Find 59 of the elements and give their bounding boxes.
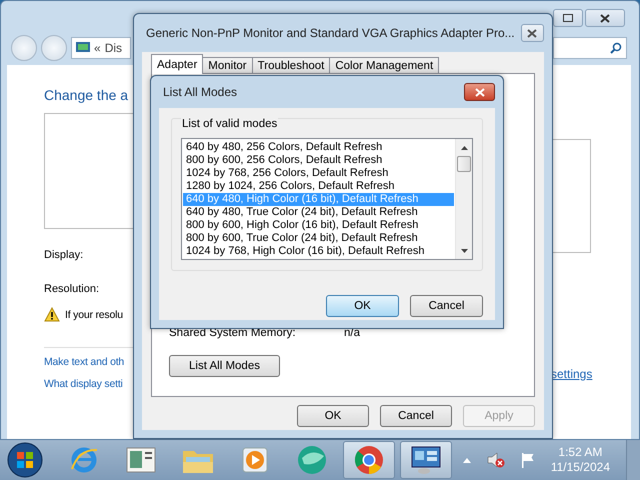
document-icon: [126, 447, 156, 473]
dialog-title: Generic Non-PnP Monitor and Standard VGA Graphics Adapter Pro...: [146, 26, 515, 40]
mode-item[interactable]: 640 by 480, 256 Colors, Default Refresh: [183, 141, 454, 154]
modes-list[interactable]: [181, 138, 473, 260]
browser-e-icon: [69, 445, 99, 475]
address-bar[interactable]: « Dis: [71, 37, 131, 59]
scroll-thumb[interactable]: [457, 156, 471, 172]
advanced-settings-link[interactable]: settings: [551, 367, 591, 381]
monitor-icon: [76, 42, 90, 54]
scroll-up-icon: [460, 146, 468, 150]
flag-icon[interactable]: [520, 452, 535, 468]
mode-item[interactable]: 800 by 600, True Color (24 bit), Default Refresh: [183, 232, 454, 245]
display-settings-icon: [410, 445, 442, 475]
mode-item[interactable]: 800 by 600, High Color (16 bit), Default Refresh: [183, 219, 454, 232]
back-button[interactable]: [11, 35, 37, 61]
maximize-icon: [563, 14, 573, 22]
speaker-muted-icon[interactable]: [486, 452, 505, 468]
tab[interactable]: Monitor: [202, 57, 253, 74]
scrollbar[interactable]: [455, 139, 472, 259]
page-heading: Change the a: [44, 87, 128, 103]
close-icon: [527, 28, 538, 38]
shared-memory-value: n/a: [344, 327, 360, 339]
mode-item[interactable]: 640 by 480, True Color (24 bit), Default Refresh: [183, 206, 454, 219]
sphere-icon: [296, 444, 328, 476]
tab[interactable]: Troubleshoot: [252, 57, 330, 74]
tab[interactable]: Color Management: [329, 57, 440, 74]
warning-text: If your resolu: [65, 308, 123, 320]
dialog-button[interactable]: OK: [326, 295, 399, 317]
mode-item[interactable]: 1024 by 768, High Color (16 bit), Default Refresh: [183, 245, 454, 258]
tray-expand-icon[interactable]: [462, 458, 471, 462]
close-icon: [474, 88, 484, 96]
close-button[interactable]: [585, 9, 625, 27]
search-icon: [610, 42, 622, 54]
dialog-button[interactable]: Cancel: [410, 295, 483, 317]
mode-item[interactable]: 1280 by 1024, 256 Colors, Default Refresh: [183, 180, 454, 193]
dialog-button[interactable]: OK: [297, 405, 369, 427]
taskbar-app-button[interactable]: [400, 441, 452, 479]
start-button[interactable]: [6, 441, 44, 479]
close-button[interactable]: [464, 83, 495, 101]
mode-item[interactable]: 800 by 600, 256 Colors, Default Refresh: [183, 154, 454, 167]
scroll-down-icon: [460, 248, 468, 252]
forward-button[interactable]: [41, 35, 67, 61]
help-link[interactable]: What display setti: [44, 378, 123, 390]
list-all-modes-button[interactable]: List All Modes: [169, 355, 280, 377]
resolution-label: Resolution:: [44, 283, 100, 295]
mode-item[interactable]: 1024 by 768, 256 Colors, Default Refresh: [183, 167, 454, 180]
group-label: List of valid modes: [181, 118, 278, 130]
maximize-button[interactable]: [553, 9, 583, 27]
chrome-icon: [354, 445, 384, 475]
display-label: Display:: [44, 249, 84, 261]
help-link[interactable]: Make text and oth: [44, 356, 124, 368]
play-icon: [242, 447, 268, 473]
close-icon: [600, 14, 610, 22]
dialog-title: List All Modes: [163, 85, 238, 99]
warning-icon: [44, 307, 60, 322]
dialog-button[interactable]: Cancel: [380, 405, 452, 427]
search-field[interactable]: [553, 37, 627, 59]
close-button[interactable]: [520, 24, 544, 42]
tab[interactable]: Adapter: [151, 54, 204, 74]
